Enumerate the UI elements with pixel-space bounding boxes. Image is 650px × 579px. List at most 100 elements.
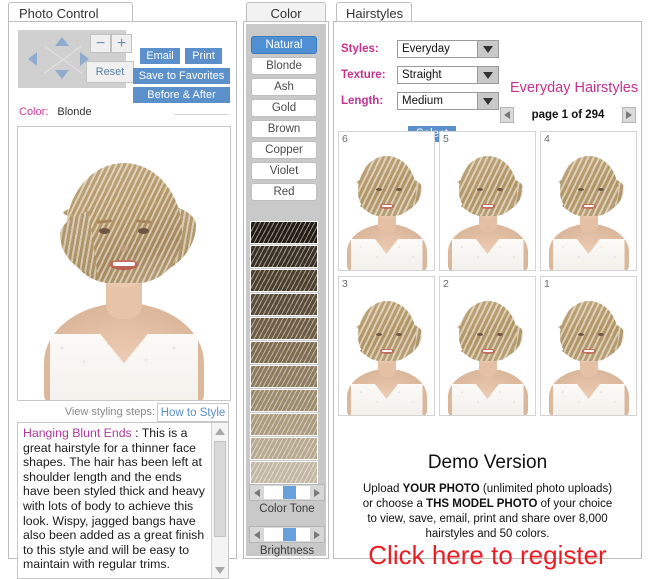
model-mouth bbox=[110, 260, 138, 270]
tab-color-label: Color bbox=[270, 6, 301, 21]
chevron-down-icon[interactable] bbox=[477, 41, 498, 57]
filter-select[interactable]: Everyday bbox=[397, 40, 499, 58]
color-swatch[interactable] bbox=[250, 365, 318, 388]
color-button-blonde[interactable]: Blonde bbox=[251, 57, 317, 75]
scrollbar-thumb[interactable] bbox=[214, 441, 226, 537]
hairstyle-app: Photo Control Color Hairstyles − + Reset… bbox=[0, 0, 650, 563]
color-swatch[interactable] bbox=[250, 245, 318, 268]
color-swatch[interactable] bbox=[250, 317, 318, 340]
filter-row: Length:Medium bbox=[341, 92, 499, 110]
demo-line1-pre: Upload bbox=[363, 483, 403, 495]
filter-value: Medium bbox=[398, 95, 443, 107]
demo-line2-pre: or choose a bbox=[363, 498, 426, 510]
hairstyle-thumbnail[interactable]: 1 bbox=[540, 276, 637, 416]
register-link[interactable]: Click here to register bbox=[334, 540, 641, 571]
styling-steps-label: View styling steps: bbox=[65, 406, 155, 418]
pan-control-group: − + Reset bbox=[18, 30, 126, 88]
pan-down-icon[interactable] bbox=[55, 70, 69, 79]
description-text: Hanging Blunt Ends : This is a great hai… bbox=[23, 426, 208, 579]
before-after-button[interactable]: Before & After bbox=[133, 87, 230, 103]
main-photo-viewport[interactable] bbox=[17, 126, 231, 401]
thumbnail-model bbox=[547, 140, 631, 270]
color-swatch[interactable] bbox=[250, 269, 318, 292]
description-separator: : bbox=[132, 426, 142, 440]
scroll-down-icon[interactable] bbox=[212, 562, 228, 578]
thumbnail-model bbox=[345, 285, 429, 415]
brightness-slider[interactable] bbox=[249, 526, 325, 543]
tab-color[interactable]: Color bbox=[246, 2, 326, 23]
thumbnail-model bbox=[547, 285, 631, 415]
color-button-brown[interactable]: Brown bbox=[251, 120, 317, 138]
filter-value: Everyday bbox=[398, 43, 450, 55]
thumbnail-number: 5 bbox=[443, 133, 449, 145]
description-scrollbar[interactable] bbox=[211, 423, 228, 578]
color-button-copper[interactable]: Copper bbox=[251, 141, 317, 159]
color-panel: Natural Blonde Ash Gold Brown Copper Violet Red… bbox=[243, 21, 329, 559]
zoom-in-button[interactable]: + bbox=[111, 34, 132, 53]
print-button[interactable]: Print bbox=[185, 48, 222, 64]
model-photo bbox=[40, 127, 208, 400]
brightness-left-icon[interactable] bbox=[250, 527, 264, 542]
hairstyle-thumbnail[interactable]: 5 bbox=[439, 131, 536, 271]
demo-version-body: Upload YOUR PHOTO (unlimited photo uploa… bbox=[346, 482, 629, 542]
color-button-ash[interactable]: Ash bbox=[251, 78, 317, 96]
filter-row: Styles:Everyday bbox=[341, 40, 499, 58]
color-tone-right-icon[interactable] bbox=[310, 485, 324, 500]
color-tone-left-icon[interactable] bbox=[250, 485, 264, 500]
how-to-style-button[interactable]: How to Style bbox=[157, 403, 229, 422]
color-swatch[interactable] bbox=[250, 461, 318, 484]
filter-select[interactable]: Medium bbox=[397, 92, 499, 110]
thumbnail-number: 3 bbox=[342, 278, 348, 290]
filter-label: Texture: bbox=[341, 69, 397, 81]
hairstyles-panel: Styles:EverydayTexture:StraightLength:Me… bbox=[333, 21, 642, 559]
page-prev-icon[interactable] bbox=[500, 107, 514, 123]
color-swatch[interactable] bbox=[250, 293, 318, 316]
thumbnail-model bbox=[345, 140, 429, 270]
demo-line2-bold: THS MODEL PHOTO bbox=[426, 498, 537, 510]
reset-button[interactable]: Reset bbox=[86, 61, 134, 83]
color-button-violet[interactable]: Violet bbox=[251, 162, 317, 180]
hairstyle-thumbnail[interactable]: 2 bbox=[439, 276, 536, 416]
color-swatch[interactable] bbox=[250, 341, 318, 364]
color-button-red[interactable]: Red bbox=[251, 183, 317, 201]
zoom-out-button[interactable]: − bbox=[90, 34, 111, 53]
scroll-up-icon[interactable] bbox=[212, 423, 228, 439]
brightness-right-icon[interactable] bbox=[310, 527, 324, 542]
pan-up-icon[interactable] bbox=[55, 37, 69, 46]
color-button-natural[interactable]: Natural bbox=[251, 36, 317, 54]
color-swatch[interactable] bbox=[250, 221, 318, 244]
model-eye-right bbox=[138, 228, 149, 234]
color-swatch[interactable] bbox=[250, 413, 318, 436]
demo-line1-post: (unlimited photo uploads) bbox=[480, 483, 612, 495]
filter-select[interactable]: Straight bbox=[397, 66, 499, 84]
chevron-down-icon[interactable] bbox=[477, 93, 498, 109]
current-color-row: Color: Blonde bbox=[19, 106, 229, 122]
color-swatch[interactable] bbox=[250, 437, 318, 460]
pan-left-icon[interactable] bbox=[28, 52, 37, 66]
color-tone-control: Color Tone bbox=[249, 484, 325, 515]
brightness-knob[interactable] bbox=[283, 528, 296, 541]
chevron-down-icon[interactable] bbox=[477, 67, 498, 83]
description-title: Hanging Blunt Ends bbox=[23, 426, 132, 440]
hairstyle-thumbnail[interactable]: 6 bbox=[338, 131, 435, 271]
tab-photo-control[interactable]: Photo Control bbox=[8, 2, 133, 23]
page-next-icon[interactable] bbox=[622, 107, 636, 123]
demo-line2-post: of your choice bbox=[537, 498, 612, 510]
category-title: Everyday Hairstyles bbox=[510, 80, 638, 96]
photo-control-panel: − + Reset Email Print Save to Favorites … bbox=[8, 21, 237, 559]
tab-hairstyles-label: Hairstyles bbox=[346, 6, 403, 21]
thumbnail-number: 6 bbox=[342, 133, 348, 145]
demo-line3: to view, save, email, print and share ov… bbox=[367, 513, 607, 525]
color-tone-knob[interactable] bbox=[283, 486, 296, 499]
color-swatch[interactable] bbox=[250, 389, 318, 412]
divider-rule bbox=[174, 114, 229, 115]
email-button[interactable]: Email bbox=[140, 48, 180, 64]
filter-label: Length: bbox=[341, 95, 397, 107]
color-button-gold[interactable]: Gold bbox=[251, 99, 317, 117]
hairstyle-thumbnail[interactable]: 4 bbox=[540, 131, 637, 271]
hairstyle-thumbnail[interactable]: 3 bbox=[338, 276, 435, 416]
save-to-favorites-button[interactable]: Save to Favorites bbox=[133, 68, 230, 84]
tab-hairstyles[interactable]: Hairstyles bbox=[336, 2, 412, 23]
color-tone-label: Color Tone bbox=[249, 503, 325, 515]
color-tone-slider[interactable] bbox=[249, 484, 325, 501]
